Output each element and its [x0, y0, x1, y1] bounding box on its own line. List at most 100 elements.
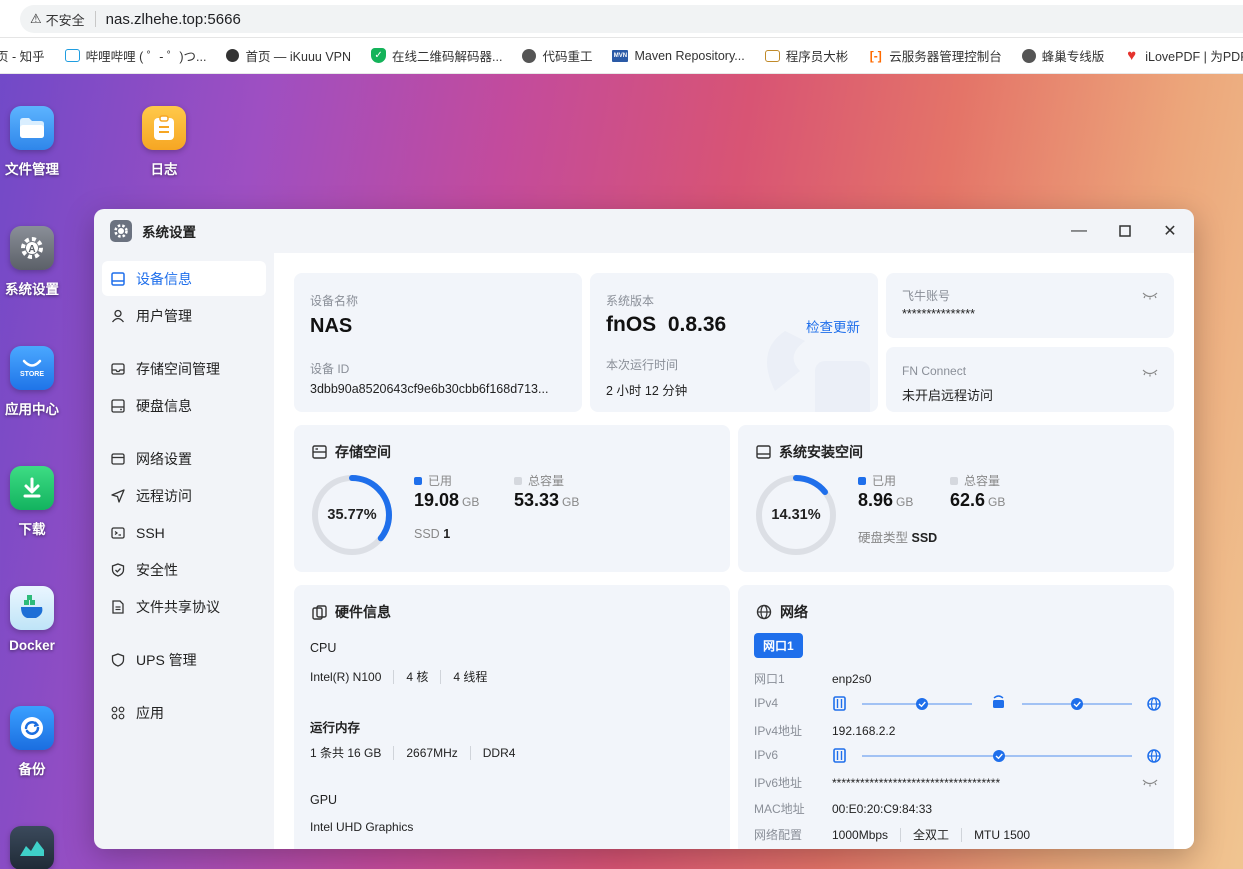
- desktop-icon-label: 系统设置: [5, 282, 59, 297]
- sidebar-item-disk[interactable]: 硬盘信息: [102, 388, 266, 423]
- desktop-icon-store[interactable]: STORE 应用中心: [0, 346, 67, 418]
- device-name-label: 设备名称: [310, 294, 359, 308]
- eye-closed-icon[interactable]: [1142, 291, 1158, 301]
- bookmark-dabin[interactable]: 程序员大彬: [764, 46, 848, 65]
- security-indicator[interactable]: ⚠ 不安全: [30, 10, 85, 29]
- window-titlebar[interactable]: 系统设置 — ✕: [94, 209, 1194, 253]
- sidebar-item-ssh[interactable]: SSH: [102, 515, 266, 550]
- sidebar-item-ups[interactable]: UPS 管理: [102, 642, 266, 677]
- system-total-value: 62.6 GB: [950, 490, 1005, 511]
- desktop-icon-label: 备份: [18, 762, 46, 777]
- bookmark-bilibili[interactable]: 哔哩哔哩 ( ゜- ゜)つ...: [64, 46, 206, 65]
- sidebar-item-security[interactable]: 安全性: [102, 552, 266, 587]
- gpu-model: Intel UHD Graphics: [310, 820, 414, 834]
- close-icon[interactable]: ✕: [1160, 221, 1180, 241]
- ipv6-row: IPv6: [754, 748, 832, 762]
- network-title-text: 网络: [780, 604, 808, 620]
- system-total-legend: 总容量: [950, 472, 1000, 489]
- hardware-card: 硬件信息 CPU Intel(R) N100 4 核 4 线程 运行内存 1 条…: [294, 585, 730, 849]
- desktop-icon-settings[interactable]: A 系统设置: [0, 226, 67, 298]
- bookmark-fengchao[interactable]: 蜂巢专线版: [1021, 46, 1104, 65]
- settings-icon: [110, 220, 132, 242]
- desktop-icon-monitor[interactable]: [0, 826, 67, 869]
- ipv6-address-row: IPv6地址 *********************************…: [754, 774, 1000, 791]
- eye-closed-icon[interactable]: [1142, 368, 1158, 378]
- bookmark-qrcode[interactable]: ✓ 在线二维码解码器...: [371, 46, 502, 65]
- system-storage-title-text: 系统安装空间: [779, 444, 863, 460]
- url-divider: [94, 11, 96, 27]
- storage-total-label: 总容量: [528, 474, 565, 488]
- system-used-label: 已用: [872, 474, 897, 488]
- settings-icon: A: [10, 226, 54, 270]
- network-icon: [110, 451, 126, 467]
- sidebar-item-remote[interactable]: 远程访问: [102, 478, 266, 513]
- desktop-icon-files[interactable]: 文件管理: [0, 106, 67, 178]
- network-mtu: MTU 1500: [974, 827, 1031, 842]
- memory-frequency: 2667MHz: [406, 745, 458, 760]
- network-duplex: 全双工: [913, 828, 950, 842]
- ipv6-label: IPv6: [754, 748, 779, 762]
- memory-size: 1 条共 16 GB: [310, 746, 382, 760]
- globe-icon: [756, 604, 772, 620]
- sidebar-item-network[interactable]: 网络设置: [102, 441, 266, 476]
- minimize-icon[interactable]: —: [1069, 221, 1089, 241]
- system-version-card: 系统版本 fnOS 0.8.36 检查更新 本次运行时间 2 小时 12 分钟: [590, 273, 878, 412]
- shield-icon: ✓: [371, 48, 387, 63]
- network-card: 网络 网口1 网口1 enp2s0 IPv4 IPv4地址 192.168.2.…: [738, 585, 1174, 849]
- url-text[interactable]: nas.zlhehe.top:5666: [106, 11, 241, 28]
- download-icon: [10, 466, 54, 510]
- bookmark-ikuuu[interactable]: 首页 — iKuuu VPN: [226, 46, 351, 65]
- sidebar-item-file-share[interactable]: 文件共享协议: [102, 589, 266, 624]
- divider: [393, 669, 395, 684]
- ipv6-topology: [833, 748, 1161, 763]
- network-speed: 1000Mbps: [832, 827, 889, 842]
- desktop-icon-download[interactable]: 下载: [0, 466, 67, 538]
- bookmark-code[interactable]: 代码重工: [522, 46, 592, 65]
- url-field[interactable]: ⚠ 不安全 nas.zlhehe.top:5666: [20, 5, 1243, 33]
- ssd-count: 1: [443, 527, 451, 541]
- hardware-title-text: 硬件信息: [335, 604, 391, 620]
- storage-ssd-info: SSD 1: [414, 527, 450, 541]
- bookmark-ilovepdf[interactable]: ♥ iLovePDF | 为PDF...: [1124, 46, 1243, 65]
- terminal-icon: [110, 525, 126, 541]
- eye-closed-icon[interactable]: [1142, 778, 1158, 788]
- system-total-label: 总容量: [964, 474, 1001, 488]
- system-storage-card: 系统安装空间 14.31% 已用 8.96 GB 总容量 62.6 GB 硬盘类…: [738, 425, 1174, 572]
- storage-total-unit: GB: [562, 495, 580, 509]
- desktop-icon-backup[interactable]: 备份: [0, 706, 67, 778]
- tab-port1[interactable]: 网口1: [754, 633, 803, 658]
- storage-total-value: 53.33 GB: [514, 490, 579, 511]
- bookmark-zhihu[interactable]: 页 - 知乎: [0, 46, 45, 65]
- cpu-details: Intel(R) N100 4 核 4 线程: [310, 668, 487, 685]
- ipv6-address-label: IPv6地址: [754, 776, 803, 790]
- port-row: 网口1 enp2s0: [754, 670, 871, 687]
- sidebar-item-users[interactable]: 用户管理: [102, 298, 266, 333]
- hardware-icon: [312, 604, 327, 620]
- memory-label: 运行内存: [310, 721, 361, 735]
- storage-used-legend: 已用: [414, 472, 452, 489]
- desktop-icon-docker[interactable]: Docker: [0, 586, 67, 653]
- sidebar-item-apps[interactable]: 应用: [102, 695, 266, 730]
- storage-total-number: 53.33: [514, 490, 560, 510]
- log-icon: [142, 106, 186, 150]
- gpu-label: GPU: [310, 793, 338, 807]
- sidebar-item-device-info[interactable]: 设备信息: [102, 261, 266, 296]
- port-label: 网口1: [754, 672, 785, 686]
- bookmarks-bar: 页 - 知乎 哔哩哔哩 ( ゜- ゜)つ... 首页 — iKuuu VPN ✓…: [0, 38, 1243, 74]
- system-version-label: 系统版本: [606, 294, 655, 308]
- uptime-value: 2 小时 12 分钟: [606, 384, 688, 398]
- desktop-icon-log[interactable]: 日志: [129, 106, 199, 178]
- maximize-icon[interactable]: [1115, 221, 1135, 241]
- device-name: NAS: [310, 315, 353, 337]
- sidebar-item-storage[interactable]: 存储空间管理: [102, 351, 266, 386]
- bookmark-maven[interactable]: MVN Maven Repository...: [612, 49, 745, 63]
- bookmark-aliyun[interactable]: [-] 云服务器管理控制台: [868, 46, 1002, 65]
- check-update-link[interactable]: 检查更新: [806, 316, 860, 336]
- sidebar-item-label: UPS 管理: [136, 651, 197, 668]
- ipv4-address: 192.168.2.2: [832, 723, 896, 738]
- system-total-unit: GB: [988, 495, 1006, 509]
- storage-used-value: 19.08 GB: [414, 490, 479, 511]
- cloud-icon: [-]: [868, 48, 884, 63]
- disk-icon: [110, 398, 126, 414]
- desktop-icon-label: 日志: [150, 162, 178, 177]
